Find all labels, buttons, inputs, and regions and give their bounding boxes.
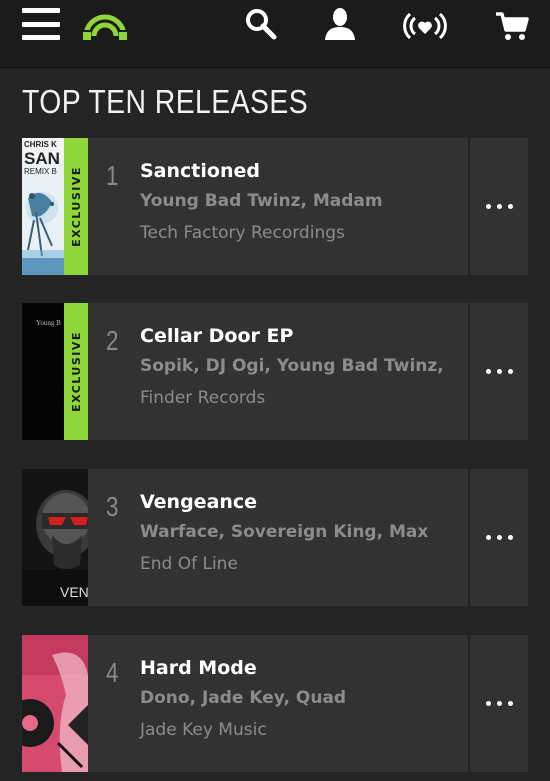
release-artists[interactable]: Warface, Sovereign King, Max [140, 522, 450, 542]
release-artwork[interactable]: CHRIS K SAN REMIX B EXCLUSIVE [22, 138, 88, 275]
release-title[interactable]: Sanctioned [140, 160, 260, 182]
release-card[interactable]: VENG 3 Vengeance Warface, Sovereign King… [22, 469, 528, 606]
release-card[interactable]: CHRIS K SAN REMIX B EXCLUSIVE 1 Sanction… [22, 138, 528, 275]
release-artists[interactable]: Sopik, DJ Ogi, Young Bad Twinz, [140, 356, 450, 376]
release-label[interactable]: Jade Key Music [140, 720, 267, 740]
release-artists[interactable]: Young Bad Twinz, Madam [140, 191, 450, 211]
release-rank: 4 [106, 657, 119, 688]
release-label[interactable]: End Of Line [140, 554, 238, 574]
page-title: TOP TEN RELEASES [22, 83, 309, 120]
search-icon[interactable] [243, 6, 279, 42]
release-card[interactable]: 4 Hard Mode Dono, Jade Key, Quad Jade Ke… [22, 635, 528, 772]
more-options-button[interactable] [470, 303, 528, 440]
release-title[interactable]: Hard Mode [140, 657, 257, 679]
release-card[interactable]: Young B EXCLUSIVE 2 Cellar Door EP Sopik… [22, 303, 528, 440]
menu-icon[interactable] [22, 8, 60, 40]
cart-icon[interactable] [494, 8, 530, 44]
art-text: Young B [36, 319, 61, 327]
release-artwork[interactable] [22, 635, 88, 772]
top-bar [0, 0, 550, 68]
art-text: REMIX B [24, 167, 57, 176]
more-options-button[interactable] [470, 635, 528, 772]
release-title[interactable]: Vengeance [140, 491, 257, 513]
user-icon[interactable] [322, 6, 358, 42]
art-text: VENG [60, 584, 88, 600]
more-options-button[interactable] [470, 469, 528, 606]
art-text: SAN [24, 149, 60, 168]
release-title[interactable]: Cellar Door EP [140, 325, 293, 347]
release-artwork[interactable]: Young B EXCLUSIVE [22, 303, 88, 440]
more-options-button[interactable] [470, 138, 528, 275]
exclusive-badge: EXCLUSIVE [64, 303, 88, 440]
art-text: CHRIS K [24, 140, 57, 149]
release-artists[interactable]: Dono, Jade Key, Quad [140, 688, 450, 708]
exclusive-badge: EXCLUSIVE [64, 138, 88, 275]
logo-icon[interactable] [80, 6, 130, 42]
release-label[interactable]: Tech Factory Recordings [140, 223, 345, 243]
release-artwork[interactable]: VENG [22, 469, 88, 606]
release-rank: 3 [106, 491, 119, 522]
release-label[interactable]: Finder Records [140, 388, 265, 408]
release-rank: 1 [106, 160, 119, 191]
radio-icon[interactable] [402, 8, 448, 44]
release-rank: 2 [106, 325, 119, 356]
